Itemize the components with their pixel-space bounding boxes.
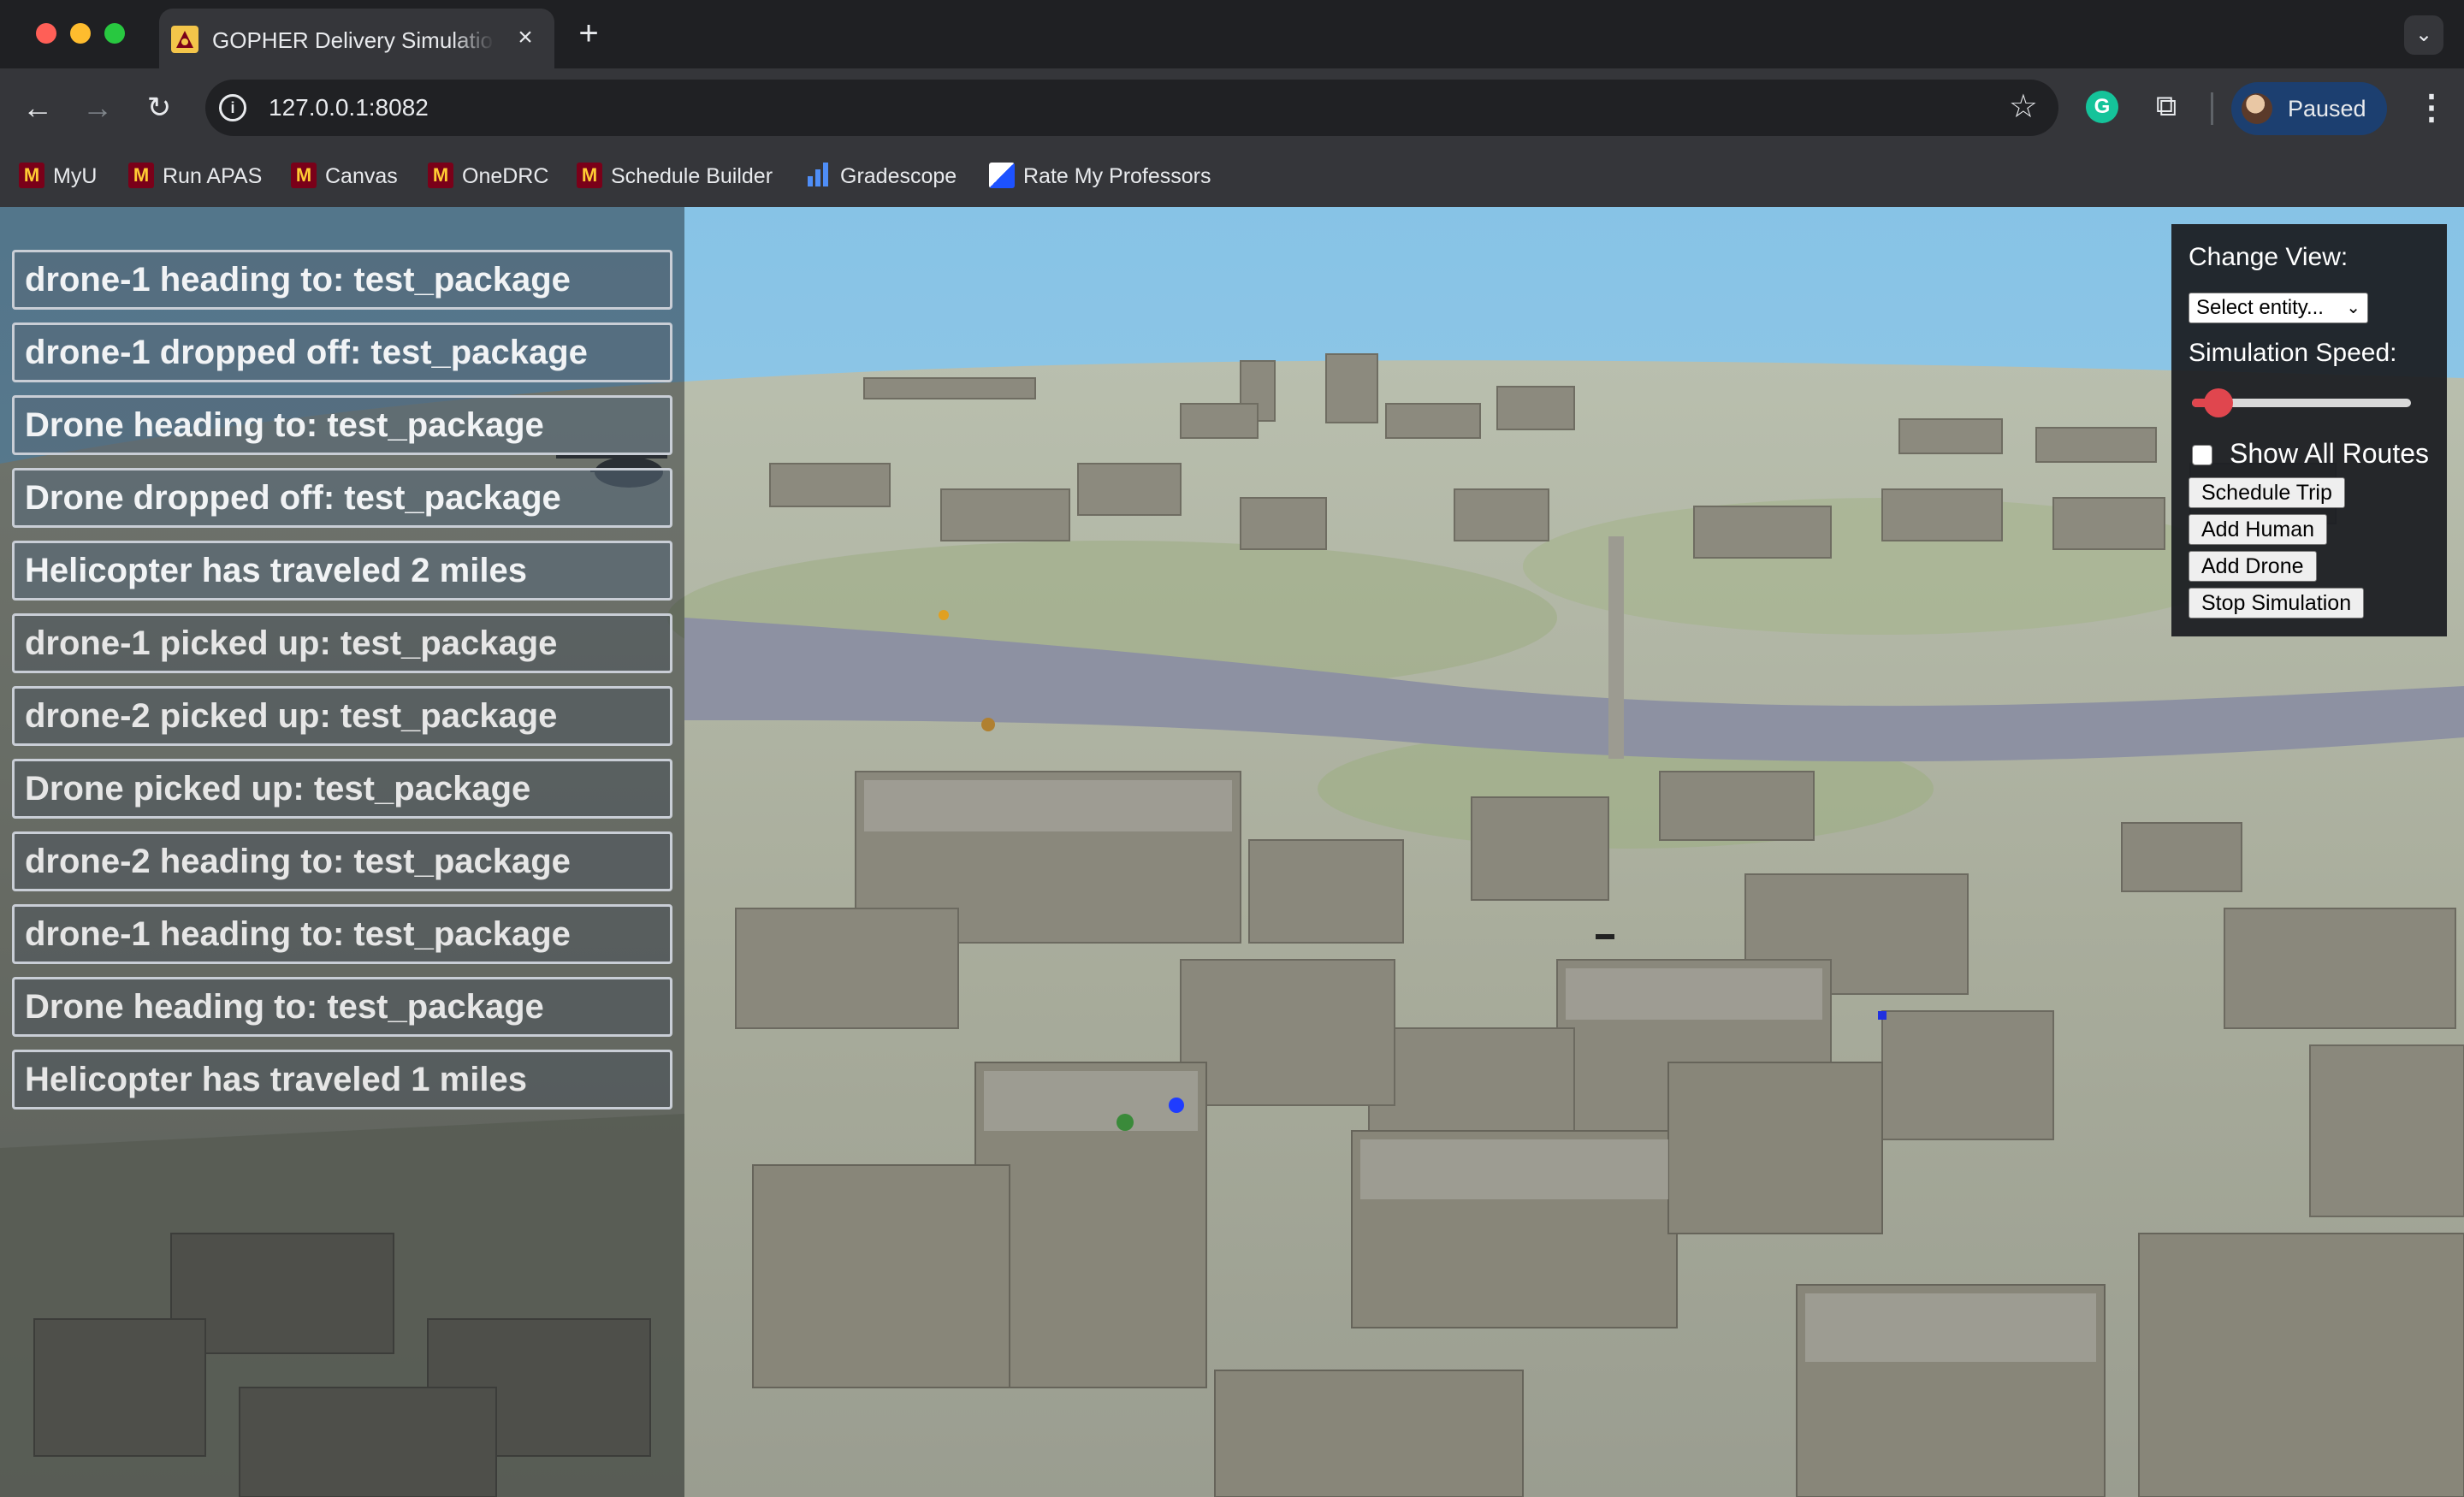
bookmark-onedrc[interactable]: OneDRC (428, 159, 548, 193)
browser-toolbar: ← → ↻ i 127.0.0.1:8082 ☆ G ⧉ Paused ⋮ (0, 68, 2464, 147)
notification-item: drone-2 heading to: test_package (12, 831, 672, 891)
umn-block-m-icon (577, 163, 602, 189)
address-bar[interactable]: i 127.0.0.1:8082 ☆ (205, 80, 2058, 136)
add-drone-button[interactable]: Add Drone (2189, 551, 2317, 582)
gopher-favicon-icon (171, 26, 198, 53)
control-panel: Change View: Select entity... ⌄ Simulati… (2171, 224, 2447, 636)
umn-block-m-icon (128, 163, 154, 189)
tab-strip: GOPHER Delivery Simulation × + ⌄ (0, 0, 2464, 68)
bookmark-star-icon[interactable]: ☆ (2009, 90, 2038, 124)
tab-search-button[interactable]: ⌄ (2404, 15, 2443, 55)
window-zoom-button[interactable] (104, 23, 125, 44)
extensions-puzzle-icon[interactable]: ⧉ (2147, 87, 2185, 125)
change-view-label: Change View: (2189, 243, 2348, 271)
notification-item: Drone heading to: test_package (12, 977, 672, 1037)
reload-button[interactable]: ↻ (139, 87, 180, 128)
notification-item: Drone heading to: test_package (12, 395, 672, 455)
drone-entity[interactable] (1596, 934, 1614, 939)
site-info-icon[interactable]: i (219, 94, 246, 121)
bookmark-label: OneDRC (462, 164, 549, 188)
notification-item: Drone picked up: test_package (12, 759, 672, 819)
back-button[interactable]: ← (17, 87, 58, 128)
bookmark-label: Rate My Professors (1023, 164, 1211, 188)
bookmark-label: Schedule Builder (611, 164, 773, 188)
schedule-trip-button[interactable]: Schedule Trip (2189, 477, 2345, 508)
url-text[interactable]: 127.0.0.1:8082 (269, 94, 429, 121)
simulation-speed-slider[interactable] (2192, 388, 2411, 417)
bookmark-schedule-builder[interactable]: Schedule Builder (577, 159, 773, 193)
bookmark-canvas[interactable]: Canvas (291, 159, 398, 193)
umn-block-m-icon (291, 163, 317, 189)
rmp-icon (989, 163, 1015, 189)
new-tab-button[interactable]: + (572, 16, 606, 51)
browser-menu-icon[interactable]: ⋮ (2414, 87, 2449, 128)
notification-log: drone-1 heading to: test_package drone-1… (12, 250, 672, 1122)
bookmark-label: Run APAS (163, 164, 263, 188)
tab-title: GOPHER Delivery Simulation (212, 27, 495, 53)
bookmark-label: Canvas (325, 164, 398, 188)
show-all-routes-checkbox[interactable] (2192, 445, 2212, 465)
bookmark-label: Gradescope (840, 164, 957, 188)
profile-status-label: Paused (2288, 96, 2366, 121)
human-entity[interactable] (981, 718, 995, 731)
avatar (2242, 93, 2272, 124)
umn-block-m-icon (428, 163, 453, 189)
simulation-page: drone-1 heading to: test_package drone-1… (0, 207, 2464, 1497)
notification-item: drone-1 heading to: test_package (12, 904, 672, 964)
bookmark-run-apas[interactable]: Run APAS (128, 159, 262, 193)
grammarly-extension-icon[interactable]: G (2086, 91, 2118, 123)
simulation-speed-label: Simulation Speed: (2189, 339, 2397, 367)
notification-item: drone-1 picked up: test_package (12, 613, 672, 673)
notification-item: drone-2 picked up: test_package (12, 686, 672, 746)
gradescope-bars-icon (806, 163, 832, 188)
toolbar-divider (2211, 92, 2213, 125)
stop-simulation-button[interactable]: Stop Simulation (2189, 588, 2365, 618)
bookmark-label: MyU (53, 164, 98, 188)
window-minimize-button[interactable] (70, 23, 91, 44)
slider-thumb[interactable] (2204, 388, 2233, 417)
chevron-down-icon: ⌄ (2346, 299, 2360, 317)
notification-item: Drone dropped off: test_package (12, 468, 672, 528)
umn-block-m-icon (19, 163, 44, 189)
notification-item: Helicopter has traveled 1 miles (12, 1050, 672, 1109)
package-marker[interactable] (939, 610, 949, 620)
bookmark-gradescope[interactable]: Gradescope (806, 159, 957, 193)
show-all-routes-label[interactable]: Show All Routes (2230, 438, 2429, 470)
drone-entity[interactable] (1116, 1114, 1134, 1131)
add-human-button[interactable]: Add Human (2189, 514, 2328, 545)
window-close-button[interactable] (36, 23, 56, 44)
entity-select-value: Select entity... (2196, 296, 2324, 319)
drone-entity[interactable] (1878, 1011, 1886, 1020)
bookmark-rate-my-professors[interactable]: Rate My Professors (989, 159, 1211, 193)
entity-select[interactable]: Select entity... ⌄ (2189, 293, 2368, 323)
tab-close-icon[interactable]: × (512, 24, 539, 51)
drone-entity[interactable] (1169, 1098, 1184, 1113)
notification-item: drone-1 dropped off: test_package (12, 322, 672, 382)
forward-button[interactable]: → (77, 87, 118, 128)
bookmarks-bar: MyU Run APAS Canvas OneDRC Schedule Buil… (0, 147, 2464, 207)
profile-button[interactable]: Paused (2231, 82, 2387, 135)
notification-item: drone-1 heading to: test_package (12, 250, 672, 310)
notification-item: Helicopter has traveled 2 miles (12, 541, 672, 601)
bookmark-myu[interactable]: MyU (19, 159, 97, 193)
active-tab[interactable]: GOPHER Delivery Simulation × (159, 9, 554, 68)
